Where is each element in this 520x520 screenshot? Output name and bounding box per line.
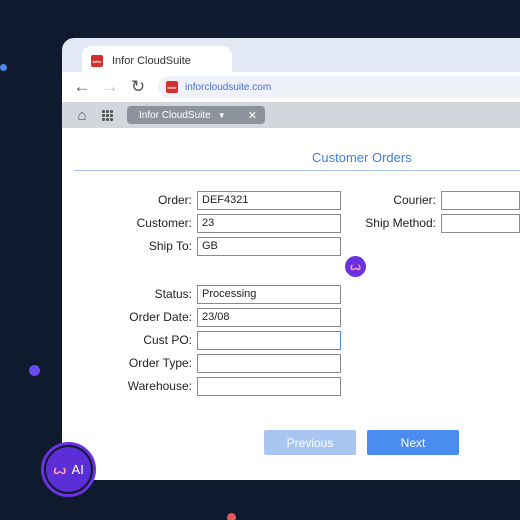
- url-text: inforcloudsuite.com: [185, 81, 272, 93]
- ship-to-field[interactable]: GB: [197, 237, 341, 256]
- ship-method-label: Ship Method:: [365, 216, 436, 230]
- decorative-dot: [29, 365, 40, 376]
- decorative-dot: [0, 64, 7, 71]
- infor-logo-icon: infor: [166, 81, 178, 93]
- cust-po-label: Cust PO:: [143, 333, 192, 347]
- title-divider: [74, 170, 520, 171]
- order-type-field[interactable]: [197, 354, 341, 373]
- courier-label: Courier:: [393, 193, 436, 207]
- ai-logo-icon: ꙍ: [53, 461, 67, 477]
- status-field[interactable]: Processing: [197, 285, 341, 304]
- forward-arrow-icon[interactable]: →: [96, 77, 124, 97]
- decorative-dot: [227, 513, 236, 520]
- ship-to-label: Ship To:: [148, 239, 192, 253]
- order-date-label: Order Date:: [129, 310, 192, 324]
- app-toolbar: ⌂ Infor CloudSuite ▼ ✕: [62, 102, 520, 128]
- warehouse-field[interactable]: [197, 377, 341, 396]
- ai-assistant-icon[interactable]: ꙍ: [345, 256, 366, 277]
- customer-label: Customer:: [136, 216, 192, 230]
- ship-method-field[interactable]: [441, 214, 520, 233]
- app-tab[interactable]: Infor CloudSuite ▼ ✕: [127, 106, 265, 124]
- status-label: Status:: [154, 287, 192, 301]
- url-field[interactable]: infor inforcloudsuite.com: [158, 76, 520, 98]
- home-icon[interactable]: ⌂: [73, 107, 91, 124]
- ai-assistant-button[interactable]: ꙍ AI: [41, 442, 96, 497]
- infor-logo-icon: infor: [91, 55, 103, 67]
- next-button[interactable]: Next: [367, 430, 459, 455]
- order-date-field[interactable]: 23/08: [197, 308, 341, 327]
- browser-window: infor Infor CloudSuite ← → ↻ infor infor…: [62, 38, 520, 480]
- back-arrow-icon[interactable]: ←: [68, 77, 96, 97]
- previous-button[interactable]: Previous: [264, 430, 356, 455]
- page-title: Customer Orders: [312, 150, 412, 165]
- order-type-label: Order Type:: [128, 356, 192, 370]
- address-bar: ← → ↻ infor inforcloudsuite.com: [62, 72, 520, 102]
- ai-label: AI: [71, 462, 84, 477]
- browser-tab-title: Infor CloudSuite: [112, 55, 191, 67]
- close-icon[interactable]: ✕: [248, 109, 257, 122]
- reload-icon[interactable]: ↻: [124, 77, 152, 97]
- caret-down-icon[interactable]: ▼: [218, 111, 226, 120]
- apps-grid-icon[interactable]: [102, 109, 113, 121]
- order-label: Order:: [157, 193, 192, 207]
- courier-field[interactable]: [441, 191, 520, 210]
- ai-assistant-inner: ꙍ AI: [46, 447, 91, 492]
- cust-po-field[interactable]: [197, 331, 341, 350]
- warehouse-label: Warehouse:: [127, 379, 192, 393]
- customer-orders-form: Customer Orders Order: DEF4321 Customer:…: [62, 128, 520, 480]
- app-tab-label: Infor CloudSuite: [139, 109, 211, 121]
